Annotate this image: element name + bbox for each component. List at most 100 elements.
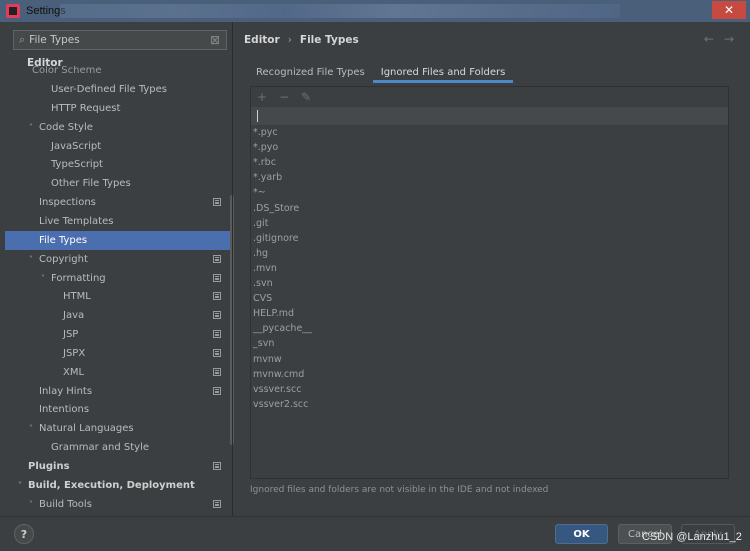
list-item[interactable]: *.pyo [253,142,278,157]
search-input-value[interactable]: File Types [29,34,80,46]
list-item[interactable]: .gitignore [253,233,298,248]
sidebar-item-label: Java [63,310,85,322]
project-scope-icon [213,367,221,376]
chevron-down-icon[interactable]: ˅ [26,424,36,433]
list-item[interactable]: .mvn [253,263,277,278]
new-entry-input[interactable] [251,107,728,125]
project-scope-icon [213,386,221,395]
breadcrumb-editor[interactable]: Editor [244,34,280,46]
list-item[interactable]: vssver2.scc [253,399,308,414]
tree-item-color-scheme[interactable]: Color Scheme [32,66,102,73]
sidebar-item-label: Inspections [39,197,96,209]
help-button[interactable]: ? [14,524,34,544]
tab-ignored-files-and-folders[interactable]: Ignored Files and Folders [372,61,514,83]
chevron-down-icon[interactable]: ˅ [26,255,36,264]
sidebar-item-plugins[interactable]: Plugins [5,457,231,476]
add-icon[interactable]: + [257,90,267,104]
blurred-taskbar-strip [60,4,620,18]
list-item[interactable]: mvnw [253,354,282,369]
sidebar-item-intentions[interactable]: Intentions [5,400,231,419]
forward-arrow-icon[interactable]: → [724,32,734,46]
title-bar: Settings ✕ [0,0,750,22]
sidebar-item-label: XML [63,366,85,378]
list-item[interactable]: .git [253,218,268,233]
sidebar-item-user-defined-file-types[interactable]: User-Defined File Types [5,80,231,99]
app-icon [6,4,20,18]
chevron-down-icon[interactable]: ˅ [38,274,48,283]
sidebar-item-code-style[interactable]: ˅ Code Style [5,118,231,137]
chevron-down-icon[interactable]: ˅ [15,481,25,490]
list-item[interactable]: .hg [253,248,268,263]
sidebar-item-formatting[interactable]: ˅ Formatting [5,269,231,288]
sidebar-item-build-execution-deployment[interactable]: ˅ Build, Execution, Deployment [5,476,231,495]
sidebar-item-label: TypeScript [51,159,103,171]
sidebar-item-label: Other File Types [51,178,131,190]
sidebar-item-copyright[interactable]: ˅ Copyright [5,250,231,269]
sidebar-item-label: JSP [63,329,79,341]
sidebar-item-build-tools[interactable]: ˅ Build Tools [5,495,231,514]
list-item[interactable]: *.rbc [253,157,276,172]
settings-tree: Editor Color Scheme User-Defined File Ty… [4,55,232,515]
list-item[interactable]: CVS [253,293,272,308]
sidebar-item-xml[interactable]: XML [5,363,231,382]
sidebar-item-label: Build Tools [39,498,92,510]
sidebar-item-inspections[interactable]: Inspections [5,193,231,212]
sidebar-item-typescript[interactable]: TypeScript [5,155,231,174]
sidebar-item-label: Formatting [51,272,106,284]
search-field[interactable]: ⌕ File Types ⊠ [13,30,227,50]
sidebar-item-http-request[interactable]: HTTP Request [5,99,231,118]
list-item[interactable]: vssver.scc [253,384,301,399]
project-scope-icon [213,254,221,263]
tab-recognized-file-types[interactable]: Recognized File Types [248,61,373,83]
sidebar-item-label: HTML [63,291,91,303]
sidebar-item-jspx[interactable]: JSPX [5,344,231,363]
back-arrow-icon[interactable]: ← [704,32,714,46]
breadcrumb-file-types: File Types [299,34,359,46]
breadcrumb: Editor › File Types [244,34,359,46]
list-item[interactable]: HELP.md [253,308,294,323]
close-window-button[interactable]: ✕ [712,1,746,19]
clear-search-icon[interactable]: ⊠ [210,33,220,47]
sidebar-item-label: HTTP Request [51,102,121,114]
sidebar-item-javascript[interactable]: JavaScript [5,137,231,156]
list-item[interactable]: *.pyc [253,127,278,142]
sidebar-item-label: JavaScript [51,140,102,152]
list-item[interactable]: mvnw.cmd [253,369,304,384]
list-item[interactable]: __pycache__ [253,323,312,338]
list-hint-text: Ignored files and folders are not visibl… [250,485,549,495]
list-item[interactable]: .svn [253,278,273,293]
sidebar-item-html[interactable]: HTML [5,287,231,306]
chevron-down-icon[interactable]: ˅ [26,500,36,509]
sidebar-item-live-templates[interactable]: Live Templates [5,212,231,231]
sidebar-item-label: Grammar and Style [51,442,149,454]
list-item[interactable]: .DS_Store [253,203,299,218]
chevron-down-icon[interactable]: ˅ [26,123,36,132]
settings-sidebar: ⌕ File Types ⊠ Editor Color Scheme User-… [4,25,234,515]
list-item[interactable]: _svn [253,338,274,353]
dialog-button-bar: ? OK Cancel Apply [0,516,750,551]
list-item[interactable]: *.yarb [253,172,282,187]
text-caret [257,110,258,122]
sidebar-item-label: Build, Execution, Deployment [28,479,195,491]
remove-icon[interactable]: − [279,90,289,104]
sidebar-item-other-file-types[interactable]: Other File Types [5,174,231,193]
project-scope-icon [213,330,221,339]
sidebar-item-inlay-hints[interactable]: Inlay Hints [5,382,231,401]
sidebar-item-natural-languages[interactable]: ˅ Natural Languages [5,419,231,438]
sidebar-item-jsp[interactable]: JSP [5,325,231,344]
panel-divider[interactable] [232,22,233,516]
sidebar-item-java[interactable]: Java [5,306,231,325]
sidebar-item-grammar-and-style[interactable]: Grammar and Style [5,438,231,457]
sidebar-item-file-types[interactable]: File Types [5,230,231,250]
sidebar-item-label: Live Templates [39,215,114,227]
project-scope-icon [213,311,221,320]
edit-icon[interactable]: ✎ [301,90,311,104]
breadcrumb-separator: › [287,34,292,46]
project-scope-icon [213,348,221,357]
list-item[interactable]: *~ [253,187,266,202]
sidebar-item-label: Natural Languages [39,423,134,435]
ok-button[interactable]: OK [555,524,608,544]
search-icon: ⌕ [19,33,26,46]
project-scope-icon [213,273,221,282]
watermark-text: CSDN @Lanzhu1_2 [642,531,742,543]
